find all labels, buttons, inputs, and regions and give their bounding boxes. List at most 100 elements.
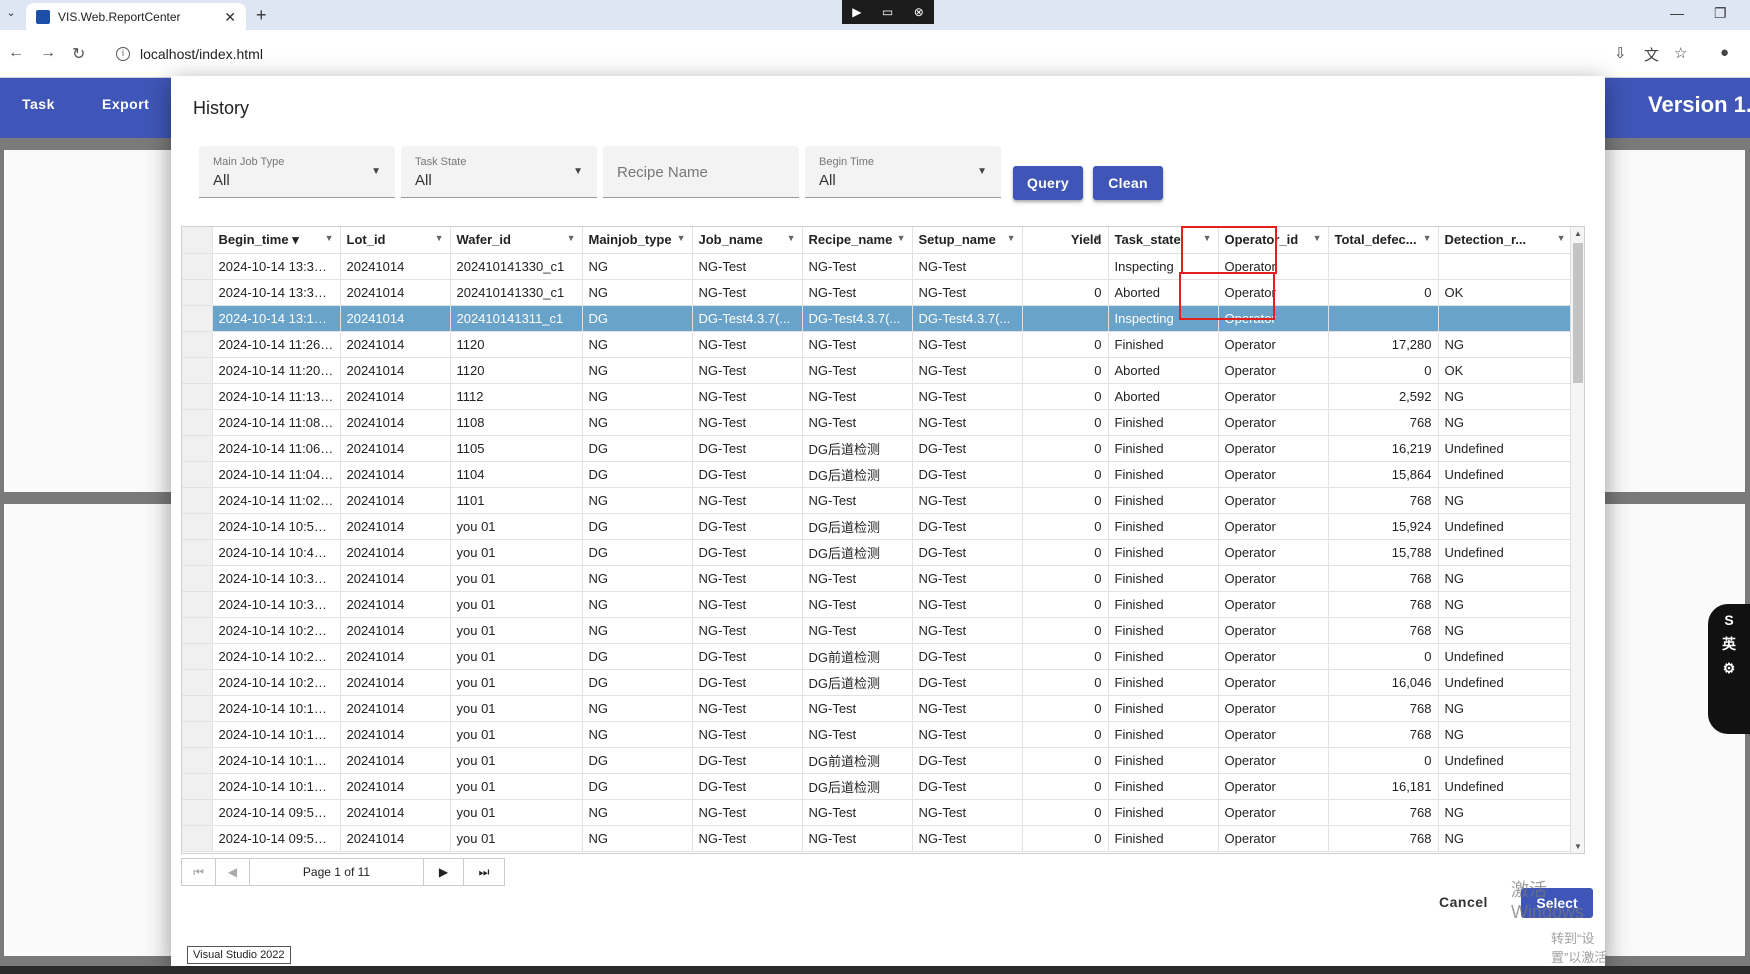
ime-logo-icon[interactable]: S: [1724, 612, 1733, 628]
ime-settings-icon[interactable]: ⚙: [1723, 660, 1736, 677]
table-row[interactable]: 2024-10-14 13:32:50 20241014 202410141330_…: [182, 253, 1573, 280]
column-filter-icon[interactable]: ▼: [1093, 233, 1102, 243]
row-header-cell[interactable]: [182, 513, 213, 540]
reload-icon[interactable]: ↻: [72, 44, 85, 64]
row-header-cell[interactable]: [182, 383, 213, 410]
column-filter-icon[interactable]: ▼: [677, 233, 686, 243]
ime-mode-label[interactable]: 英: [1722, 634, 1736, 654]
table-row[interactable]: 2024-10-14 10:52:44 20241014 you 01 DG DG-Te…: [182, 513, 1573, 540]
column-header[interactable]: Job_name ▼: [692, 227, 803, 254]
table-row[interactable]: 2024-10-14 09:54:06 20241014 you 01 NG NG-Te…: [182, 799, 1573, 826]
column-filter-icon[interactable]: ▼: [435, 233, 444, 243]
install-app-icon[interactable]: ⇩: [1614, 44, 1627, 62]
translate-icon[interactable]: 文: [1644, 44, 1659, 65]
row-header-cell[interactable]: [182, 643, 213, 670]
column-header[interactable]: Total_defec... ▼: [1328, 227, 1439, 254]
table-row[interactable]: 2024-10-14 11:13:03 20241014 1112 NG NG-Test…: [182, 383, 1573, 410]
column-filter-icon[interactable]: ▼: [325, 233, 334, 243]
new-tab-icon[interactable]: +: [256, 5, 267, 26]
recipe-name-input[interactable]: Recipe Name: [603, 146, 799, 198]
column-filter-icon[interactable]: ▼: [567, 233, 576, 243]
column-header[interactable]: Begin_time ▾ ▼: [212, 227, 341, 254]
table-row[interactable]: 2024-10-14 11:04:47 20241014 1104 DG DG-Test…: [182, 461, 1573, 488]
back-icon[interactable]: ←: [8, 44, 24, 62]
row-header-cell[interactable]: [182, 279, 213, 306]
row-header-cell[interactable]: [182, 461, 213, 488]
bookmark-star-icon[interactable]: ☆: [1674, 44, 1687, 62]
main-job-type-select[interactable]: Main Job Type All ▼: [199, 146, 395, 198]
column-filter-icon[interactable]: ▼: [1007, 233, 1016, 243]
table-row[interactable]: 2024-10-14 10:48:23 20241014 you 01 DG DG-Te…: [182, 539, 1573, 566]
column-header[interactable]: Yield ▼: [1022, 227, 1109, 254]
row-header-cell[interactable]: [182, 305, 213, 332]
url-field[interactable]: i localhost/index.html: [104, 38, 1604, 70]
column-header[interactable]: Mainjob_type ▼: [582, 227, 693, 254]
pointer-icon[interactable]: ▶: [852, 5, 861, 19]
row-header-cell[interactable]: [182, 695, 213, 722]
row-header-cell[interactable]: [182, 669, 213, 696]
stop-icon[interactable]: ⊗: [914, 5, 924, 19]
table-row[interactable]: 2024-10-14 10:10:38 20241014 you 01 DG DG-Te…: [182, 747, 1573, 774]
table-row[interactable]: 2024-10-14 11:06:12 20241014 1105 DG DG-Test…: [182, 435, 1573, 462]
task-button[interactable]: Task: [22, 96, 55, 112]
browser-tab[interactable]: VIS.Web.ReportCenter ✕: [26, 3, 246, 30]
first-page-icon[interactable]: ⏮: [182, 859, 216, 885]
table-row[interactable]: 2024-10-14 10:32:19 20241014 you 01 NG NG-Te…: [182, 591, 1573, 618]
column-header[interactable]: Recipe_name ▼: [802, 227, 913, 254]
profile-icon[interactable]: ●: [1720, 44, 1729, 61]
vertical-scrollbar[interactable]: ▲ ▼: [1570, 227, 1584, 853]
row-header-cell[interactable]: [182, 773, 213, 800]
table-row[interactable]: 2024-10-14 10:10:18 20241014 you 01 DG DG-Te…: [182, 773, 1573, 800]
table-row[interactable]: 2024-10-14 11:02:07 20241014 1101 NG NG-Test…: [182, 487, 1573, 514]
table-row[interactable]: 2024-10-14 11:20:22 20241014 1120 NG NG-Test…: [182, 357, 1573, 384]
tab-search-icon[interactable]: ⌄: [4, 6, 18, 22]
column-filter-icon[interactable]: ▼: [1423, 233, 1432, 243]
row-header-cell[interactable]: [182, 721, 213, 748]
table-row[interactable]: 2024-10-14 10:13:07 20241014 you 01 NG NG-Te…: [182, 721, 1573, 748]
scroll-down-icon[interactable]: ▼: [1574, 842, 1582, 851]
row-header-cell[interactable]: [182, 591, 213, 618]
column-filter-icon[interactable]: ▼: [1557, 233, 1566, 243]
row-header-cell[interactable]: [182, 357, 213, 384]
row-header-cell[interactable]: [182, 409, 213, 436]
row-header-cell[interactable]: [182, 617, 213, 644]
tab-close-icon[interactable]: ✕: [224, 9, 236, 26]
table-row[interactable]: 2024-10-14 13:12:19 20241014 202410141311_…: [182, 305, 1573, 332]
table-row[interactable]: 2024-10-14 10:37:18 20241014 you 01 NG NG-Te…: [182, 565, 1573, 592]
table-row[interactable]: 2024-10-14 13:30:52 20241014 202410141330_…: [182, 279, 1573, 306]
next-page-icon[interactable]: ▶: [424, 859, 464, 885]
screen-icon[interactable]: ▭: [882, 5, 893, 19]
row-header-cell[interactable]: [182, 253, 213, 280]
row-header-cell[interactable]: [182, 487, 213, 514]
clean-button[interactable]: Clean: [1093, 166, 1163, 200]
last-page-icon[interactable]: ⏭: [464, 859, 504, 885]
table-row[interactable]: 2024-10-14 11:26:44 20241014 1120 NG NG-Test…: [182, 331, 1573, 358]
row-header-cell[interactable]: [182, 747, 213, 774]
table-row[interactable]: 2024-10-14 10:25:49 20241014 you 01 DG DG-Te…: [182, 643, 1573, 670]
column-filter-icon[interactable]: ▼: [1313, 233, 1322, 243]
table-row[interactable]: 2024-10-14 10:15:41 20241014 you 01 NG NG-Te…: [182, 695, 1573, 722]
row-header-cell[interactable]: [182, 799, 213, 826]
sort-desc-icon[interactable]: ▾: [289, 232, 299, 247]
scroll-up-icon[interactable]: ▲: [1574, 229, 1582, 238]
table-row[interactable]: 2024-10-14 10:25:28 20241014 you 01 DG DG-Te…: [182, 669, 1573, 696]
minimize-icon[interactable]: —: [1670, 5, 1684, 21]
prev-page-icon[interactable]: ◀: [216, 859, 250, 885]
table-row[interactable]: 2024-10-14 09:51:41 20241014 you 01 NG NG-Te…: [182, 825, 1573, 852]
row-header-cell[interactable]: [182, 539, 213, 566]
column-header[interactable]: Wafer_id ▼: [450, 227, 583, 254]
cancel-button[interactable]: Cancel: [1439, 894, 1488, 910]
row-header-cell[interactable]: [182, 565, 213, 592]
row-header-cell[interactable]: [182, 825, 213, 852]
column-header[interactable]: Setup_name ▼: [912, 227, 1023, 254]
column-filter-icon[interactable]: ▼: [787, 233, 796, 243]
scrollbar-thumb[interactable]: [1573, 243, 1583, 383]
forward-icon[interactable]: →: [40, 44, 56, 62]
table-row[interactable]: 2024-10-14 11:08:31 20241014 1108 NG NG-Test…: [182, 409, 1573, 436]
column-header[interactable]: Lot_id ▼: [340, 227, 451, 254]
column-header[interactable]: Detection_r... ▼: [1438, 227, 1573, 254]
query-button[interactable]: Query: [1013, 166, 1083, 200]
task-state-select[interactable]: Task State All ▼: [401, 146, 597, 198]
row-header-cell[interactable]: [182, 435, 213, 462]
begin-time-select[interactable]: Begin Time All ▼: [805, 146, 1001, 198]
